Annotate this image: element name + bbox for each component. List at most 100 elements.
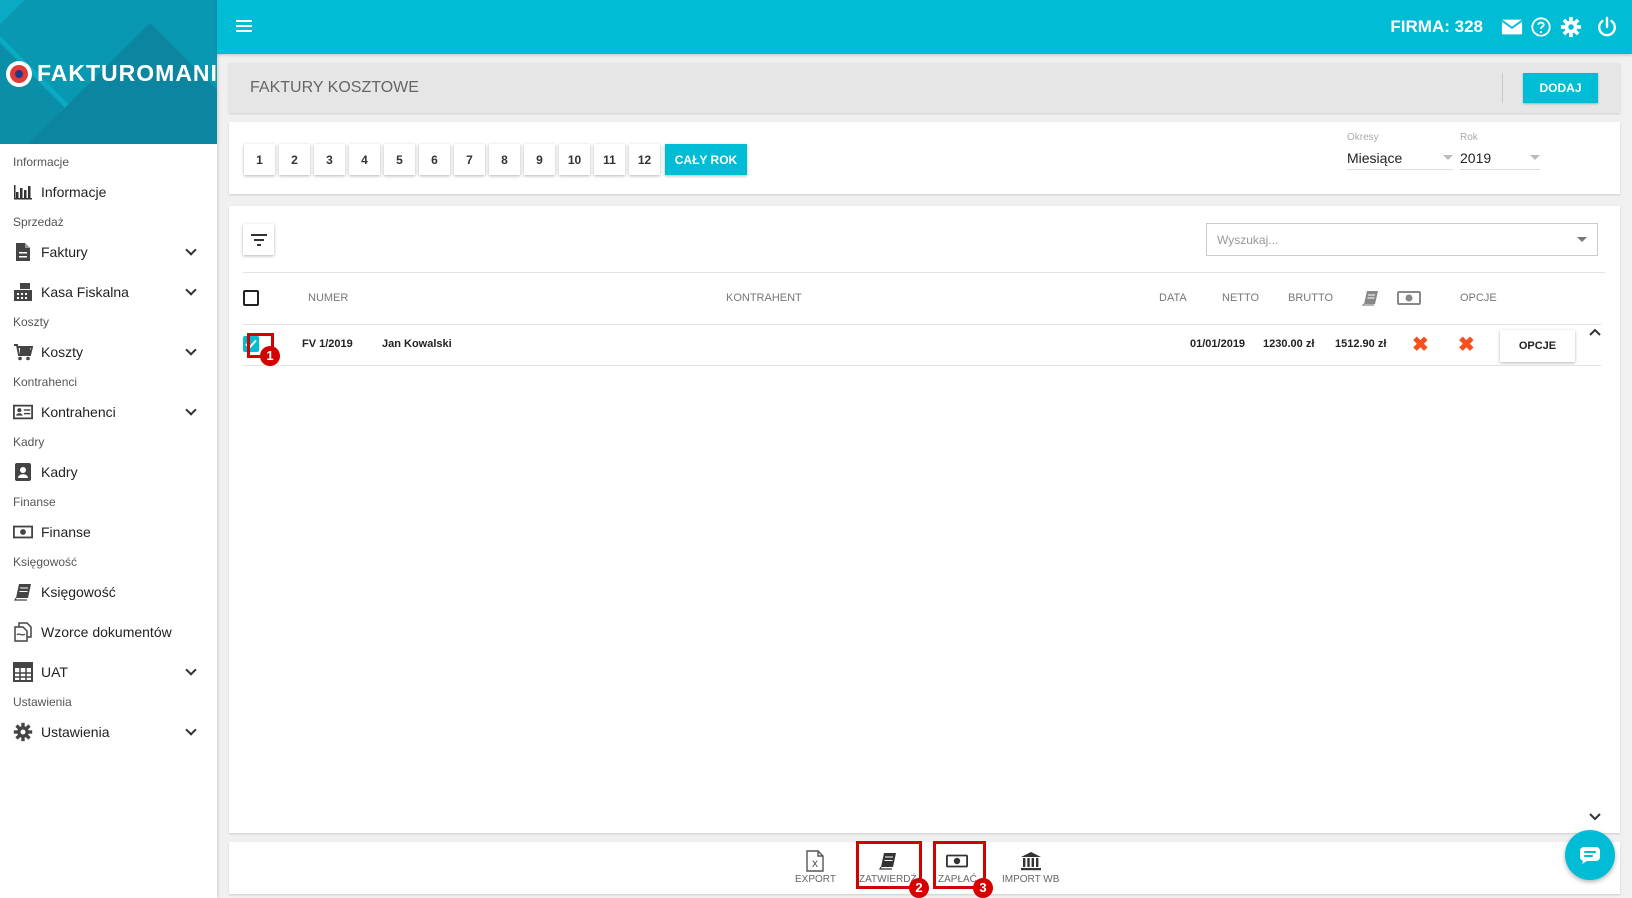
not-paid-cross-icon[interactable]: ✖ bbox=[1458, 335, 1475, 355]
ledger-book-icon bbox=[13, 582, 33, 602]
sidebar-item-label: Kasa Fiskalna bbox=[41, 284, 129, 300]
sidebar-item-label: Ustawienia bbox=[41, 724, 110, 740]
chat-bubble-icon bbox=[1580, 847, 1600, 864]
month-button-8[interactable]: 8 bbox=[489, 144, 520, 175]
sidebar-item-finanse[interactable]: Finanse bbox=[0, 512, 217, 552]
sidebar: FAKTUROMANIA Informacje Informacje Sprzeda… bbox=[0, 0, 217, 898]
invoice-table-card: NUMER KONTRAHENT DATA NETTO BRUTTO OPCJE… bbox=[229, 206, 1620, 833]
sidebar-section-label: Kadry bbox=[13, 435, 45, 449]
month-button-6[interactable]: 6 bbox=[419, 144, 450, 175]
sidebar-item-faktury[interactable]: Faktury bbox=[0, 232, 217, 272]
month-button-10[interactable]: 10 bbox=[559, 144, 590, 175]
dropdown-arrow-icon bbox=[1443, 155, 1453, 160]
sidebar-item-koszty[interactable]: Koszty bbox=[0, 332, 217, 372]
row-options-button[interactable]: OPCJE bbox=[1500, 330, 1575, 362]
chevron-down-icon[interactable] bbox=[185, 664, 197, 676]
sidebar-item-label: Księgowość bbox=[41, 584, 116, 600]
power-icon[interactable] bbox=[1596, 16, 1618, 38]
cell-numer[interactable]: FV 1/2019 bbox=[302, 338, 353, 350]
top-bar: FIRMA: 328 bbox=[217, 0, 1632, 54]
svg-text:X: X bbox=[812, 859, 818, 869]
hamburger-menu-icon[interactable] bbox=[236, 20, 252, 33]
header-divider bbox=[1502, 73, 1503, 103]
cart-icon bbox=[13, 342, 33, 362]
document-icon bbox=[13, 242, 33, 262]
search-dropdown-arrow-icon[interactable] bbox=[1577, 237, 1587, 242]
person-badge-icon bbox=[13, 462, 33, 482]
column-header-opcje: OPCJE bbox=[1460, 292, 1497, 304]
column-header-kontrahent[interactable]: KONTRAHENT bbox=[726, 292, 802, 304]
month-button-4[interactable]: 4 bbox=[349, 144, 380, 175]
row-checkbox[interactable] bbox=[243, 336, 259, 352]
month-button-12[interactable]: 12 bbox=[629, 144, 660, 175]
column-header-data[interactable]: DATA bbox=[1159, 292, 1187, 304]
month-button-3[interactable]: 3 bbox=[314, 144, 345, 175]
sidebar-item-kadry[interactable]: Kadry bbox=[0, 452, 217, 492]
sidebar-section-label: Ustawienia bbox=[13, 695, 72, 709]
sidebar-item-ustawienia[interactable]: Ustawienia bbox=[0, 712, 217, 752]
bank-icon bbox=[1020, 852, 1041, 871]
cell-kontrahent: Jan Kowalski bbox=[382, 338, 452, 350]
column-header-brutto[interactable]: BRUTTO bbox=[1288, 292, 1333, 304]
chevron-down-icon[interactable] bbox=[185, 404, 197, 416]
sidebar-section-label: Finanse bbox=[13, 495, 56, 509]
rok-label: Rok bbox=[1460, 132, 1478, 143]
month-button-2[interactable]: 2 bbox=[279, 144, 310, 175]
chevron-down-icon[interactable] bbox=[185, 724, 197, 736]
search-input[interactable] bbox=[1217, 232, 1577, 247]
settings-gear-icon[interactable] bbox=[1560, 16, 1582, 38]
month-button-5[interactable]: 5 bbox=[384, 144, 415, 175]
month-button-9[interactable]: 9 bbox=[524, 144, 555, 175]
okresy-select[interactable]: Okresy Miesiące bbox=[1347, 132, 1453, 170]
sidebar-item-księgowość[interactable]: Księgowość bbox=[0, 572, 217, 612]
filter-button[interactable] bbox=[243, 224, 274, 255]
not-approved-cross-icon[interactable]: ✖ bbox=[1412, 335, 1429, 355]
chat-button[interactable] bbox=[1565, 830, 1615, 880]
cell-data: 01/01/2019 bbox=[1190, 338, 1246, 350]
sidebar-item-kasa-fiskalna[interactable]: Kasa Fiskalna bbox=[0, 272, 217, 312]
sidebar-item-informacje[interactable]: Informacje bbox=[0, 172, 217, 212]
sidebar-item-label: Finanse bbox=[41, 524, 91, 540]
export-button[interactable]: X EXPORT bbox=[795, 850, 836, 885]
dropdown-arrow-icon bbox=[1530, 155, 1540, 160]
cell-netto: 1230.00 zł bbox=[1263, 338, 1315, 350]
select-all-checkbox[interactable] bbox=[243, 290, 259, 306]
copy-docs-icon bbox=[13, 622, 33, 642]
logo-mark-icon bbox=[6, 60, 32, 87]
chevron-down-icon[interactable] bbox=[185, 244, 197, 256]
page-title: FAKTURY KOSZTOWE bbox=[250, 79, 419, 96]
import-wb-button[interactable]: IMPORT WB bbox=[1002, 850, 1059, 885]
sidebar-section-label: Sprzedaż bbox=[13, 215, 64, 229]
sidebar-item-label: UAT bbox=[41, 664, 68, 680]
full-year-button[interactable]: CAŁY ROK bbox=[665, 144, 747, 175]
scroll-up-icon[interactable] bbox=[1589, 326, 1601, 338]
month-button-1[interactable]: 1 bbox=[244, 144, 275, 175]
approved-book-header-icon bbox=[1362, 291, 1378, 306]
column-header-netto[interactable]: NETTO bbox=[1222, 292, 1259, 304]
sidebar-item-label: Kontrahenci bbox=[41, 404, 116, 420]
annotation-badge-3: 3 bbox=[973, 878, 993, 898]
scroll-down-icon[interactable] bbox=[1589, 811, 1601, 823]
chevron-down-icon[interactable] bbox=[185, 344, 197, 356]
approve-book-icon bbox=[878, 853, 896, 870]
app-logo[interactable]: FAKTUROMANIA bbox=[6, 60, 217, 87]
chevron-down-icon[interactable] bbox=[185, 284, 197, 296]
okresy-value: Miesiące bbox=[1347, 149, 1403, 166]
sidebar-item-kontrahenci[interactable]: Kontrahenci bbox=[0, 392, 217, 432]
month-button-11[interactable]: 11 bbox=[594, 144, 625, 175]
rok-select[interactable]: Rok 2019 bbox=[1460, 132, 1540, 170]
column-header-numer[interactable]: NUMER bbox=[308, 292, 348, 304]
sidebar-item-wzorce-dokumentów[interactable]: Wzorce dokumentów bbox=[0, 612, 217, 652]
approve-button[interactable]: ZATWIERDŹ bbox=[859, 850, 917, 885]
cash-register-icon bbox=[13, 282, 33, 302]
mail-icon[interactable] bbox=[1501, 16, 1523, 38]
logo-text: FAKTUROMANIA bbox=[37, 60, 217, 86]
month-button-7[interactable]: 7 bbox=[454, 144, 485, 175]
search-box[interactable] bbox=[1206, 223, 1598, 256]
add-button[interactable]: DODAJ bbox=[1523, 73, 1598, 103]
sidebar-item-uat[interactable]: UAT bbox=[0, 652, 217, 692]
pay-label: ZAPŁAĆ bbox=[938, 874, 977, 885]
checkmark-icon bbox=[245, 339, 257, 349]
help-icon[interactable] bbox=[1530, 16, 1552, 38]
pay-button[interactable]: ZAPŁAĆ bbox=[938, 850, 977, 885]
